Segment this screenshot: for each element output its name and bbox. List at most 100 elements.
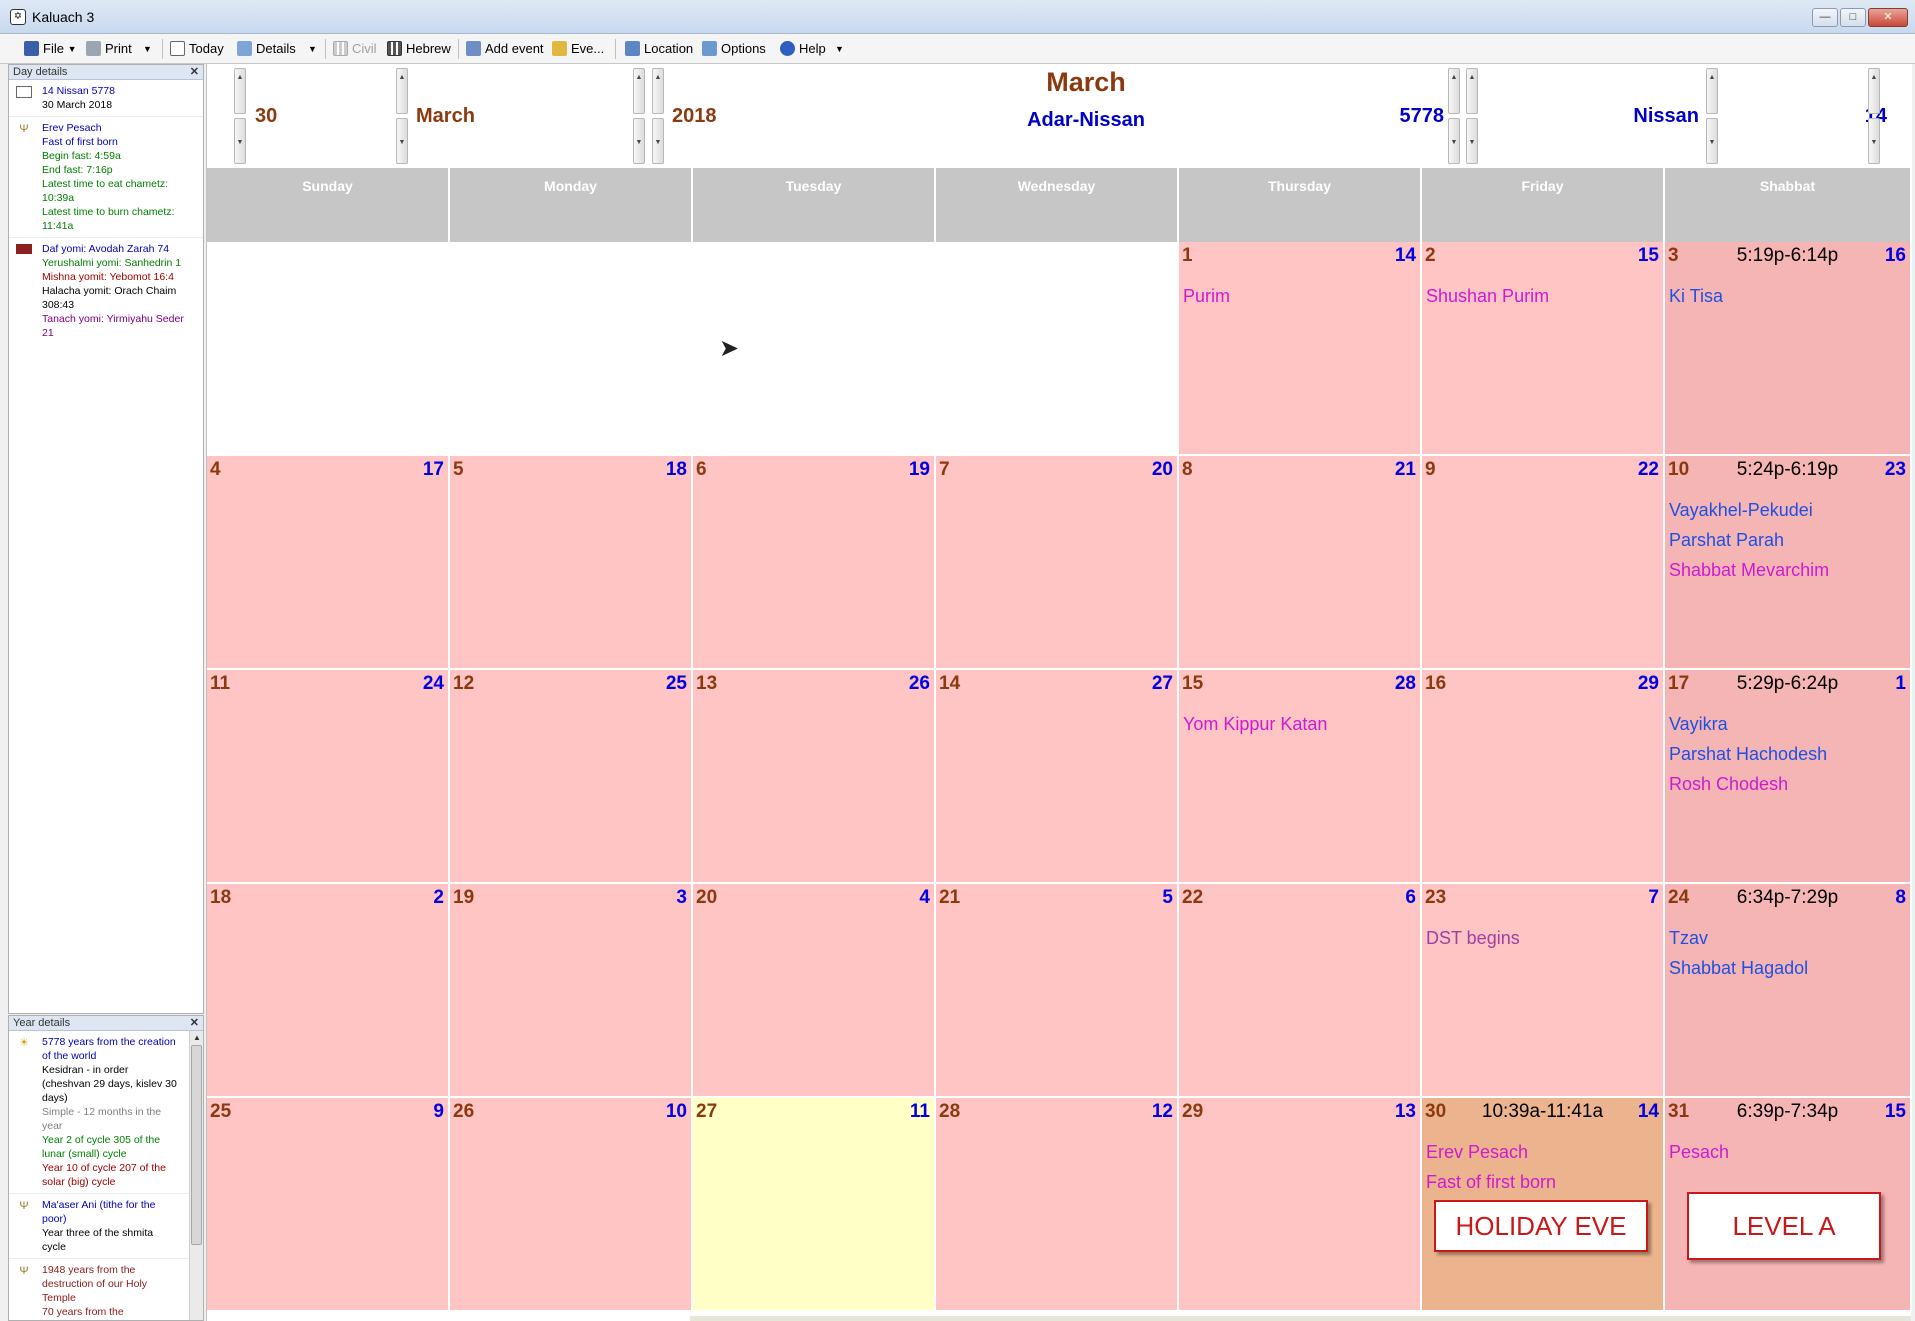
event-label[interactable]: Shabbat Mevarchim [1669, 560, 1829, 581]
event-label[interactable]: Vayikra [1669, 714, 1728, 735]
details-button[interactable]: Details [237, 39, 296, 59]
spin-up-icon[interactable]: ▲ [396, 68, 408, 114]
day-cell[interactable]: 1 14 Purim [1179, 242, 1422, 456]
day-cell[interactable]: 15 28 Yom Kippur Katan [1179, 670, 1422, 884]
hebrew-month-spinner-2[interactable]: ▲ ▼ [1706, 68, 1718, 164]
day-cell[interactable]: 12 25 [450, 670, 693, 884]
day-cell[interactable]: 5:24p-6:19p 10 23 Vayakhel-Pekudei Parshat P… [1665, 456, 1912, 670]
day-cell[interactable]: 8 21 [1179, 456, 1422, 670]
day-cell[interactable]: 22 6 [1179, 884, 1422, 1098]
spin-up-icon[interactable]: ▲ [633, 68, 645, 114]
print-button[interactable]: Print [86, 39, 132, 59]
event-label[interactable]: Vayakhel-Pekudei [1669, 500, 1813, 521]
event-label[interactable]: Shabbat Hagadol [1669, 958, 1808, 979]
print-dropdown[interactable]: ▼ [143, 39, 152, 59]
options-button[interactable]: Options [702, 39, 766, 59]
day-spinner[interactable]: ▲ ▼ [234, 68, 246, 164]
spin-up-icon[interactable]: ▲ [1706, 68, 1718, 114]
spin-down-icon[interactable]: ▼ [1868, 118, 1880, 164]
day-cell[interactable]: 26 10 [450, 1098, 693, 1312]
day-cell[interactable]: 9 22 [1422, 456, 1665, 670]
day-cell[interactable]: 10:39a-11:41a 30 14 Erev Pesach Fast of firs… [1422, 1098, 1665, 1312]
day-cell[interactable]: 6:34p-7:29p 24 8 Tzav Shabbat Hagadol [1665, 884, 1912, 1098]
day-cell[interactable]: 5:19p-6:14p 3 16 Ki Tisa [1665, 242, 1912, 456]
day-cell[interactable]: 20 4 [693, 884, 936, 1098]
civil-button[interactable]: Civil [333, 39, 377, 59]
close-button[interactable]: ✕ [1868, 8, 1908, 27]
event-label[interactable]: Shushan Purim [1426, 286, 1549, 307]
day-cell[interactable]: 6 19 [693, 456, 936, 670]
toolbar-overflow[interactable]: ▼ [835, 39, 844, 59]
scroll-thumb[interactable] [191, 1045, 202, 1245]
help-button[interactable]: Help [780, 39, 826, 59]
add-event-button[interactable]: Add event [466, 39, 544, 59]
horizontal-scrollbar[interactable] [690, 1316, 1911, 1321]
event-label[interactable]: Purim [1183, 286, 1230, 307]
day-cell[interactable]: 28 12 [936, 1098, 1179, 1312]
empty-day-cell[interactable] [450, 242, 693, 456]
today-label: Today [189, 41, 224, 56]
event-label[interactable]: Yom Kippur Katan [1183, 714, 1327, 735]
event-label[interactable]: Parshat Parah [1669, 530, 1784, 551]
day-cell[interactable]: 11 24 [207, 670, 450, 884]
hebrew-year-spinner[interactable]: ▲ ▼ [1448, 68, 1460, 164]
hebrew-month-spinner[interactable]: ▲ ▼ [1466, 68, 1478, 164]
details-dropdown[interactable]: ▼ [308, 39, 317, 59]
chevron-down-icon: ▼ [308, 44, 317, 54]
day-cell[interactable]: 14 27 [936, 670, 1179, 884]
day-cell[interactable]: 23 7 DST begins [1422, 884, 1665, 1098]
spin-up-icon[interactable]: ▲ [1868, 68, 1880, 114]
day-cell[interactable]: 25 9 [207, 1098, 450, 1312]
day-cell[interactable]: 5:29p-6:24p 17 1 Vayikra Parshat Hachodesh Ro… [1665, 670, 1912, 884]
day-cell[interactable]: 16 29 [1422, 670, 1665, 884]
empty-day-cell[interactable] [936, 242, 1179, 456]
day-cell[interactable]: 4 17 [207, 456, 450, 670]
spin-down-icon[interactable]: ▼ [652, 118, 664, 164]
minimize-button[interactable]: — [1812, 8, 1838, 27]
day-cell[interactable]: 18 2 [207, 884, 450, 1098]
day-cell[interactable]: 13 26 [693, 670, 936, 884]
close-icon[interactable]: ✕ [190, 1016, 199, 1031]
hebrew-button[interactable]: Hebrew [387, 39, 451, 59]
year-spinner[interactable]: ▲ ▼ [652, 68, 664, 164]
event-label[interactable]: Tzav [1669, 928, 1708, 949]
year-details-scrollbar[interactable]: ▲ [189, 1031, 203, 1320]
day-cell[interactable]: 7 20 [936, 456, 1179, 670]
event-label[interactable]: Erev Pesach [1426, 1142, 1528, 1163]
event-label[interactable]: Rosh Chodesh [1669, 774, 1788, 795]
events-button[interactable]: Eve... [552, 39, 604, 59]
close-icon[interactable]: ✕ [190, 65, 199, 80]
location-button[interactable]: Location [625, 39, 693, 59]
spin-down-icon[interactable]: ▼ [396, 118, 408, 164]
spin-up-icon[interactable]: ▲ [1466, 68, 1478, 114]
spin-up-icon[interactable]: ▲ [234, 68, 246, 114]
month-spinner[interactable]: ▲ ▼ [396, 68, 408, 164]
empty-day-cell[interactable] [207, 242, 450, 456]
spin-down-icon[interactable]: ▼ [1706, 118, 1718, 164]
spin-down-icon[interactable]: ▼ [234, 118, 246, 164]
spin-down-icon[interactable]: ▼ [633, 118, 645, 164]
event-label[interactable]: Ki Tisa [1669, 286, 1723, 307]
event-label[interactable]: Pesach [1669, 1142, 1729, 1163]
civil-day-number: 4 [210, 459, 221, 480]
spin-up-icon[interactable]: ▲ [1448, 68, 1460, 114]
scroll-up-icon[interactable]: ▲ [190, 1031, 203, 1045]
event-label[interactable]: Parshat Hachodesh [1669, 744, 1827, 765]
day-cell[interactable]: 21 5 [936, 884, 1179, 1098]
today-button[interactable]: Today [170, 39, 224, 59]
day-cell[interactable]: 2 15 Shushan Purim [1422, 242, 1665, 456]
day-cell[interactable]: 29 13 [1179, 1098, 1422, 1312]
day-cell[interactable]: 27 11 [693, 1098, 936, 1312]
day-cell[interactable]: 6:39p-7:34p 31 15 Pesach LEVEL A [1665, 1098, 1912, 1312]
day-cell[interactable]: 5 18 [450, 456, 693, 670]
event-label[interactable]: DST begins [1426, 928, 1520, 949]
month-spinner-2[interactable]: ▲ ▼ [633, 68, 645, 164]
spin-down-icon[interactable]: ▼ [1448, 118, 1460, 164]
file-menu[interactable]: File ▼ [24, 39, 77, 59]
spin-up-icon[interactable]: ▲ [652, 68, 664, 114]
day-cell[interactable]: 19 3 [450, 884, 693, 1098]
maximize-button[interactable]: □ [1840, 8, 1866, 27]
hebrew-day-spinner[interactable]: ▲ ▼ [1868, 68, 1880, 164]
event-label[interactable]: Fast of first born [1426, 1172, 1556, 1193]
spin-down-icon[interactable]: ▼ [1466, 118, 1478, 164]
